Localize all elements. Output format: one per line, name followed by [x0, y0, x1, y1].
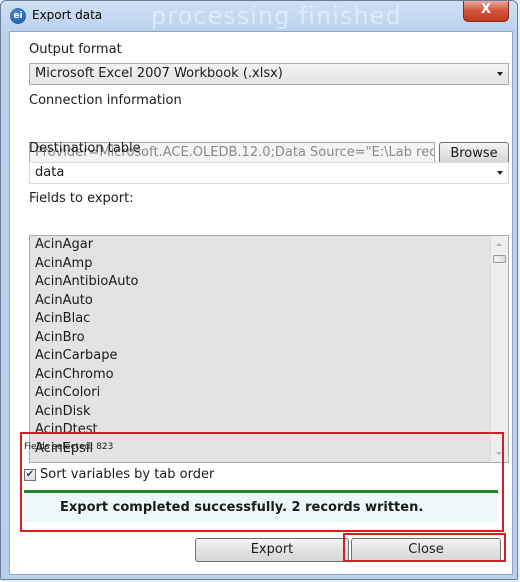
list-item[interactable]: AcinCarbape [30, 347, 508, 366]
list-item[interactable]: AcinAntibioAuto [30, 273, 508, 292]
fields-to-export-label: Fields to export: [29, 191, 134, 206]
export-data-window: ei Export data processing finished X Out… [0, 0, 518, 580]
fields-list[interactable]: AcinAgar AcinAmp AcinAntibioAuto AcinAut… [29, 235, 509, 463]
scroll-up-icon[interactable] [496, 243, 502, 246]
title-bar[interactable]: ei Export data processing finished X [1, 1, 517, 31]
close-button-highlight [343, 533, 506, 562]
list-item[interactable]: AcinBlac [30, 310, 508, 329]
background-watermark: processing finished [151, 2, 402, 30]
destination-table-label: Destination table [29, 141, 141, 156]
list-item[interactable]: AcinColori [30, 384, 508, 403]
output-format-label: Output format [29, 42, 122, 57]
app-logo-icon: ei [10, 8, 26, 24]
list-item[interactable]: AcinAmp [30, 255, 508, 274]
destination-table-value: data [35, 165, 65, 180]
window-title: Export data [32, 8, 103, 22]
list-item[interactable]: AcinAgar [30, 236, 508, 255]
chevron-down-icon [497, 171, 503, 175]
connection-information-label: Connection information [29, 93, 182, 108]
sort-by-tab-order-label[interactable]: Sort variables by tab order [40, 467, 214, 482]
export-button[interactable]: Export [195, 538, 349, 562]
status-message: Export completed successfully. 2 records… [60, 500, 424, 515]
sort-by-tab-order-checkbox[interactable]: ✔ [24, 469, 36, 481]
chevron-down-icon [497, 72, 503, 76]
output-format-dropdown[interactable]: Microsoft Excel 2007 Workbook (.xlsx) [29, 63, 509, 85]
scrollbar-thumb[interactable] [493, 255, 506, 263]
destination-table-dropdown[interactable]: data [29, 162, 509, 184]
fields-list-scrollbar[interactable] [490, 236, 508, 462]
output-format-value: Microsoft Excel 2007 Workbook (.xlsx) [35, 66, 283, 81]
list-item[interactable]: AcinBro [30, 329, 508, 348]
list-item[interactable]: AcinChromo [30, 366, 508, 385]
status-message-bar: Export completed successfully. 2 records… [24, 490, 498, 522]
list-item[interactable]: AcinDisk [30, 403, 508, 422]
window-close-button[interactable]: X [463, 1, 509, 22]
fields-selected-count: Fields selected: 823 [24, 442, 114, 452]
list-item[interactable]: AcinAuto [30, 292, 508, 311]
